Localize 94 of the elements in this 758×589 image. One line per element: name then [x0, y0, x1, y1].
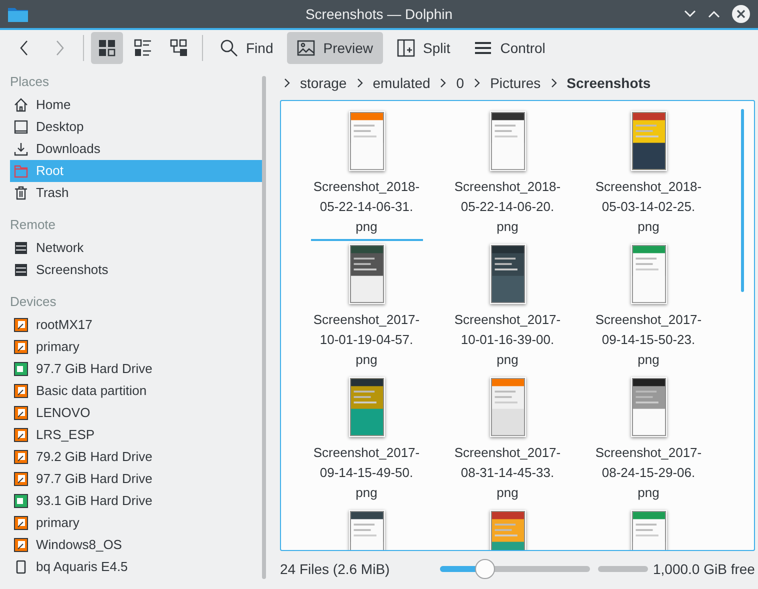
- menu-icon: [474, 39, 492, 57]
- back-icon: [20, 40, 28, 56]
- drive-icon: [14, 516, 28, 530]
- maximize-icon[interactable]: [708, 10, 720, 18]
- list-icon: [134, 39, 152, 57]
- breadcrumb-item[interactable]: Screenshots: [566, 72, 651, 94]
- thumbnail-frame[interactable]: [630, 244, 666, 304]
- drive-icon: [14, 340, 28, 354]
- server-icon: [14, 263, 28, 277]
- chevron-icon: [284, 78, 290, 88]
- breadcrumb-item[interactable]: Pictures: [490, 72, 541, 94]
- drive-icon: [14, 318, 28, 332]
- folder-icon: [14, 164, 28, 178]
- minimize-icon[interactable]: [684, 10, 696, 18]
- thumbnail-frame[interactable]: [630, 111, 666, 171]
- sidebar-item[interactable]: Network: [10, 237, 262, 259]
- zoom-slider[interactable]: [440, 558, 590, 580]
- scrollbar[interactable]: [740, 109, 744, 292]
- sidebar-item[interactable]: Windows8_OS: [10, 534, 262, 556]
- close-icon[interactable]: [732, 5, 750, 23]
- drive-icon: [14, 362, 28, 376]
- sidebar-item[interactable]: Downloads: [10, 138, 262, 160]
- thumbnail-frame[interactable]: [630, 377, 666, 437]
- thumbnail-frame[interactable]: [490, 377, 526, 437]
- file-name[interactable]: Screenshot_2017-08-31-14-45-33.png: [452, 443, 564, 507]
- sidebar-item[interactable]: Screenshots: [10, 259, 262, 281]
- search-icon: [220, 39, 238, 57]
- control-button[interactable]: Control: [464, 32, 556, 64]
- drive-icon: [14, 406, 28, 420]
- icons-button[interactable]: [91, 32, 123, 64]
- sidebar-item[interactable]: Basic data partition: [10, 380, 262, 402]
- sidebar-item[interactable]: Home: [10, 94, 262, 116]
- sidebar-item[interactable]: LRS_ESP: [10, 424, 262, 446]
- trash-icon: [14, 186, 28, 200]
- sidebar-item[interactable]: 97.7 GiB Hard Drive: [10, 468, 262, 490]
- forward-icon: [56, 40, 64, 56]
- split-view-icon: [397, 39, 416, 57]
- thumbnail-frame[interactable]: [490, 111, 526, 171]
- scrollbar[interactable]: [262, 76, 266, 579]
- grid-icon: [98, 39, 116, 57]
- split-button[interactable]: Split: [387, 32, 460, 64]
- thumbnail-frame[interactable]: [348, 377, 384, 437]
- chevron-icon: [440, 78, 446, 88]
- section-header: Places: [10, 73, 50, 90]
- folder-icon: [8, 6, 28, 22]
- free-space-bar: [598, 566, 648, 572]
- drive-icon: [14, 428, 28, 442]
- section-header: Remote: [10, 216, 57, 233]
- sidebar-item[interactable]: Desktop: [10, 116, 262, 138]
- breadcrumb-item[interactable]: storage: [300, 72, 347, 94]
- breadcrumb-item[interactable]: 0: [456, 72, 464, 94]
- drive-icon: [14, 472, 28, 486]
- sidebar-item[interactable]: primary: [10, 336, 262, 358]
- free-space-text: 1,000.0 GiB free: [653, 560, 755, 578]
- file-name[interactable]: Screenshot_2017-08-24-15-29-06.png: [592, 443, 704, 507]
- window-title: Screenshots — Dolphin: [304, 4, 454, 24]
- file-name[interactable]: Screenshot_2018-05-22-14-06-20.png: [452, 177, 564, 241]
- thumbnail-frame[interactable]: [348, 111, 384, 171]
- sidebar-item[interactable]: Trash: [10, 182, 262, 204]
- file-name[interactable]: Screenshot_2018-05-22-14-06-31.png: [310, 177, 422, 241]
- sidebar-item[interactable]: primary: [10, 512, 262, 534]
- section-header: Devices: [10, 293, 58, 310]
- download-icon: [14, 142, 28, 156]
- sidebar-item[interactable]: 79.2 GiB Hard Drive: [10, 446, 262, 468]
- file-name[interactable]: Screenshot_2018-05-03-14-02-25.png: [592, 177, 704, 241]
- thumbnail-frame[interactable]: [490, 244, 526, 304]
- drive-icon: [14, 384, 28, 398]
- find-button[interactable]: Find: [210, 32, 284, 64]
- sidebar-item[interactable]: LENOVO: [10, 402, 262, 424]
- phone-icon: [14, 560, 28, 574]
- sidebar-item[interactable]: 93.1 GiB Hard Drive: [10, 490, 262, 512]
- chevron-icon: [550, 78, 557, 88]
- sidebar-item[interactable]: 97.7 GiB Hard Drive: [10, 358, 262, 380]
- sidebar-item[interactable]: bq Aquaris E4.5: [10, 556, 262, 578]
- preview-button[interactable]: Preview: [287, 32, 384, 64]
- file-name[interactable]: Screenshot_2017-09-14-15-50-23.png: [592, 310, 704, 374]
- drive-icon: [14, 494, 28, 508]
- slider-handle[interactable]: [475, 559, 495, 579]
- sidebar-item[interactable]: rootMX17: [10, 314, 262, 336]
- file-name[interactable]: Screenshot_2017-10-01-16-39-00.png: [452, 310, 564, 374]
- status-text: 24 Files (2.6 MiB): [280, 560, 391, 579]
- home-icon: [14, 98, 28, 112]
- monitor-icon: [14, 120, 28, 134]
- chevron-icon: [356, 78, 363, 88]
- drive-icon: [14, 538, 28, 552]
- server-icon: [14, 241, 28, 255]
- breadcrumb-item[interactable]: emulated: [372, 72, 430, 94]
- chevron-icon: [474, 78, 480, 88]
- file-name[interactable]: Screenshot_2017-09-14-15-49-50.png: [310, 443, 422, 507]
- file-name[interactable]: Screenshot_2017-10-01-19-04-57.png: [310, 310, 422, 374]
- tree-icon: [170, 39, 188, 57]
- thumbnail-frame[interactable]: [348, 244, 384, 304]
- drive-icon: [14, 450, 28, 464]
- image-icon: [297, 39, 316, 57]
